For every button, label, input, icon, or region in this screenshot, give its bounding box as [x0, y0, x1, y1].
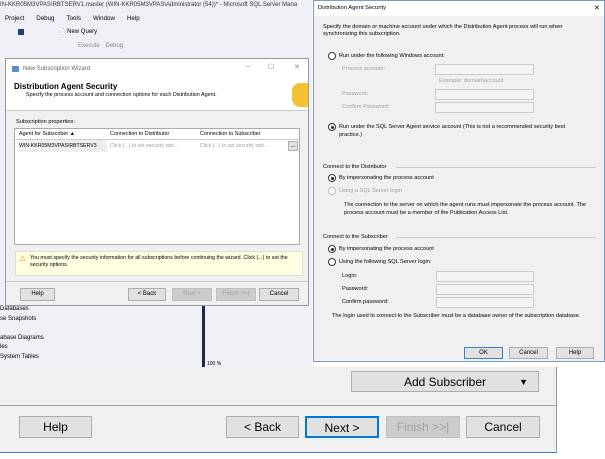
- save-icon[interactable]: [18, 29, 24, 35]
- sub-password-input[interactable]: [436, 284, 534, 295]
- intro-text: Specify the domain or machine account un…: [323, 24, 563, 37]
- help-button[interactable]: Help: [19, 416, 92, 438]
- table-row[interactable]: WIN-KKR05M3VPAS\RBTSERV3 Click (...) to …: [15, 140, 299, 152]
- tree-item[interactable]: abase Diagrams: [0, 334, 190, 344]
- debug-button[interactable]: Debug: [105, 43, 123, 49]
- help-button[interactable]: Help: [20, 288, 55, 301]
- divider: [396, 167, 596, 168]
- distribution-agent-security-dialog: Distribution Agent Security ✕ Specify th…: [313, 0, 605, 362]
- tree-item[interactable]: Databases: [0, 305, 190, 315]
- dialog-titlebar: Distribution Agent Security ✕: [314, 1, 604, 16]
- distributor-group-label: Connect to the Distributor: [323, 164, 387, 170]
- back-button[interactable]: < Back: [226, 416, 299, 438]
- editor-divider: [202, 305, 205, 367]
- warning-icon: ⚠: [19, 254, 27, 263]
- grid-header: Agent for Subscriber ▲ Connection to Dis…: [15, 129, 299, 140]
- dialog-title: Distribution Agent Security: [318, 5, 386, 11]
- cancel-button[interactable]: Cancel: [466, 416, 540, 438]
- chevron-down-icon: ▼: [519, 377, 528, 387]
- sub-sql-login-radio[interactable]: [328, 258, 336, 266]
- new-subscription-wizard: New Subscription Wizard – ☐ ✕ Distributi…: [5, 58, 309, 306]
- toolbar: 📄 New Query: [0, 27, 312, 40]
- object-explorer: Databases se Snapshots abase Diagrams le…: [0, 305, 190, 362]
- menu-debug[interactable]: Debug: [36, 15, 54, 22]
- sub-impersonate-radio[interactable]: [328, 245, 336, 253]
- cancel-button[interactable]: Cancel: [259, 288, 299, 301]
- next-button[interactable]: Next >: [172, 288, 212, 301]
- help-button[interactable]: Help: [556, 347, 594, 359]
- cancel-button[interactable]: Cancel: [509, 347, 548, 359]
- page-subtitle: Specify the process account and connecti…: [26, 92, 217, 98]
- finish-button[interactable]: Finish >>|: [386, 416, 460, 438]
- wizard-header: Distribution Agent Security Specify the …: [6, 79, 308, 111]
- tree-item[interactable]: se Snapshots: [0, 315, 190, 325]
- wizard-footer: Add Subscriber ▼ Help < Back Next > Finis…: [0, 367, 557, 453]
- menu-tools[interactable]: Tools: [67, 15, 81, 22]
- run-agent-radio[interactable]: [328, 123, 336, 131]
- divider: [396, 237, 596, 238]
- close-icon[interactable]: ✕: [594, 4, 600, 12]
- minimize-icon[interactable]: –: [246, 63, 250, 70]
- footer-separator: [0, 405, 556, 406]
- warning-box: ⚠ You must specify the security informat…: [15, 251, 303, 276]
- finish-button[interactable]: Finish >>|: [216, 288, 256, 301]
- back-button[interactable]: < Back: [128, 288, 166, 301]
- execute-button[interactable]: Execute: [78, 43, 100, 49]
- wizard-title: New Subscription Wizard: [23, 66, 91, 72]
- sub-confirm-password-input[interactable]: [436, 297, 534, 308]
- dist-sql-login-radio[interactable]: [328, 187, 336, 195]
- tree-item[interactable]: System Tables: [0, 353, 190, 363]
- subscriber-group-label: Connect to the Subscriber: [323, 234, 388, 240]
- add-subscriber-button[interactable]: Add Subscriber ▼: [351, 371, 539, 392]
- wizard-separator: [6, 281, 308, 282]
- ssms-title: IN-KKR05M3VPAS\RBTSERV1.master (WIN-KKR0…: [0, 2, 298, 8]
- menu-project[interactable]: Project: [5, 15, 24, 22]
- dist-impersonate-radio[interactable]: [328, 174, 336, 182]
- wizard-icon: [12, 66, 19, 72]
- column-distributor[interactable]: Connection to Distributor: [110, 129, 169, 139]
- ellipsis-button[interactable]: ...: [288, 141, 298, 151]
- ok-button[interactable]: OK: [464, 347, 503, 359]
- close-icon[interactable]: ✕: [294, 63, 300, 71]
- database-icon: [292, 83, 308, 107]
- new-query-button[interactable]: 📄 New Query: [58, 28, 97, 35]
- menu-bar: Project Debug Tools Window Help: [5, 15, 140, 22]
- grid-label: Subscription properties:: [16, 119, 75, 125]
- page-title: Distribution Agent Security: [14, 82, 118, 91]
- tree-item[interactable]: les: [0, 343, 190, 353]
- maximize-icon[interactable]: ☐: [268, 63, 274, 71]
- column-subscriber[interactable]: Connection to Subscriber: [200, 129, 261, 139]
- next-button[interactable]: Next >: [305, 416, 379, 438]
- process-account-input[interactable]: [435, 64, 534, 75]
- subscription-grid: Agent for Subscriber ▲ Connection to Dis…: [14, 128, 300, 245]
- warning-text: You must specify the security informatio…: [30, 255, 288, 268]
- run-windows-radio[interactable]: [328, 52, 336, 60]
- menu-help[interactable]: Help: [127, 15, 140, 22]
- login-input[interactable]: [436, 271, 534, 282]
- toolbar-2: Execute Debug: [60, 43, 123, 49]
- password-input[interactable]: [435, 89, 534, 100]
- wizard-titlebar: New Subscription Wizard – ☐ ✕: [6, 59, 308, 79]
- confirm-password-input[interactable]: [435, 102, 534, 113]
- column-agent[interactable]: Agent for Subscriber ▲: [19, 129, 75, 139]
- menu-window[interactable]: Window: [93, 15, 115, 22]
